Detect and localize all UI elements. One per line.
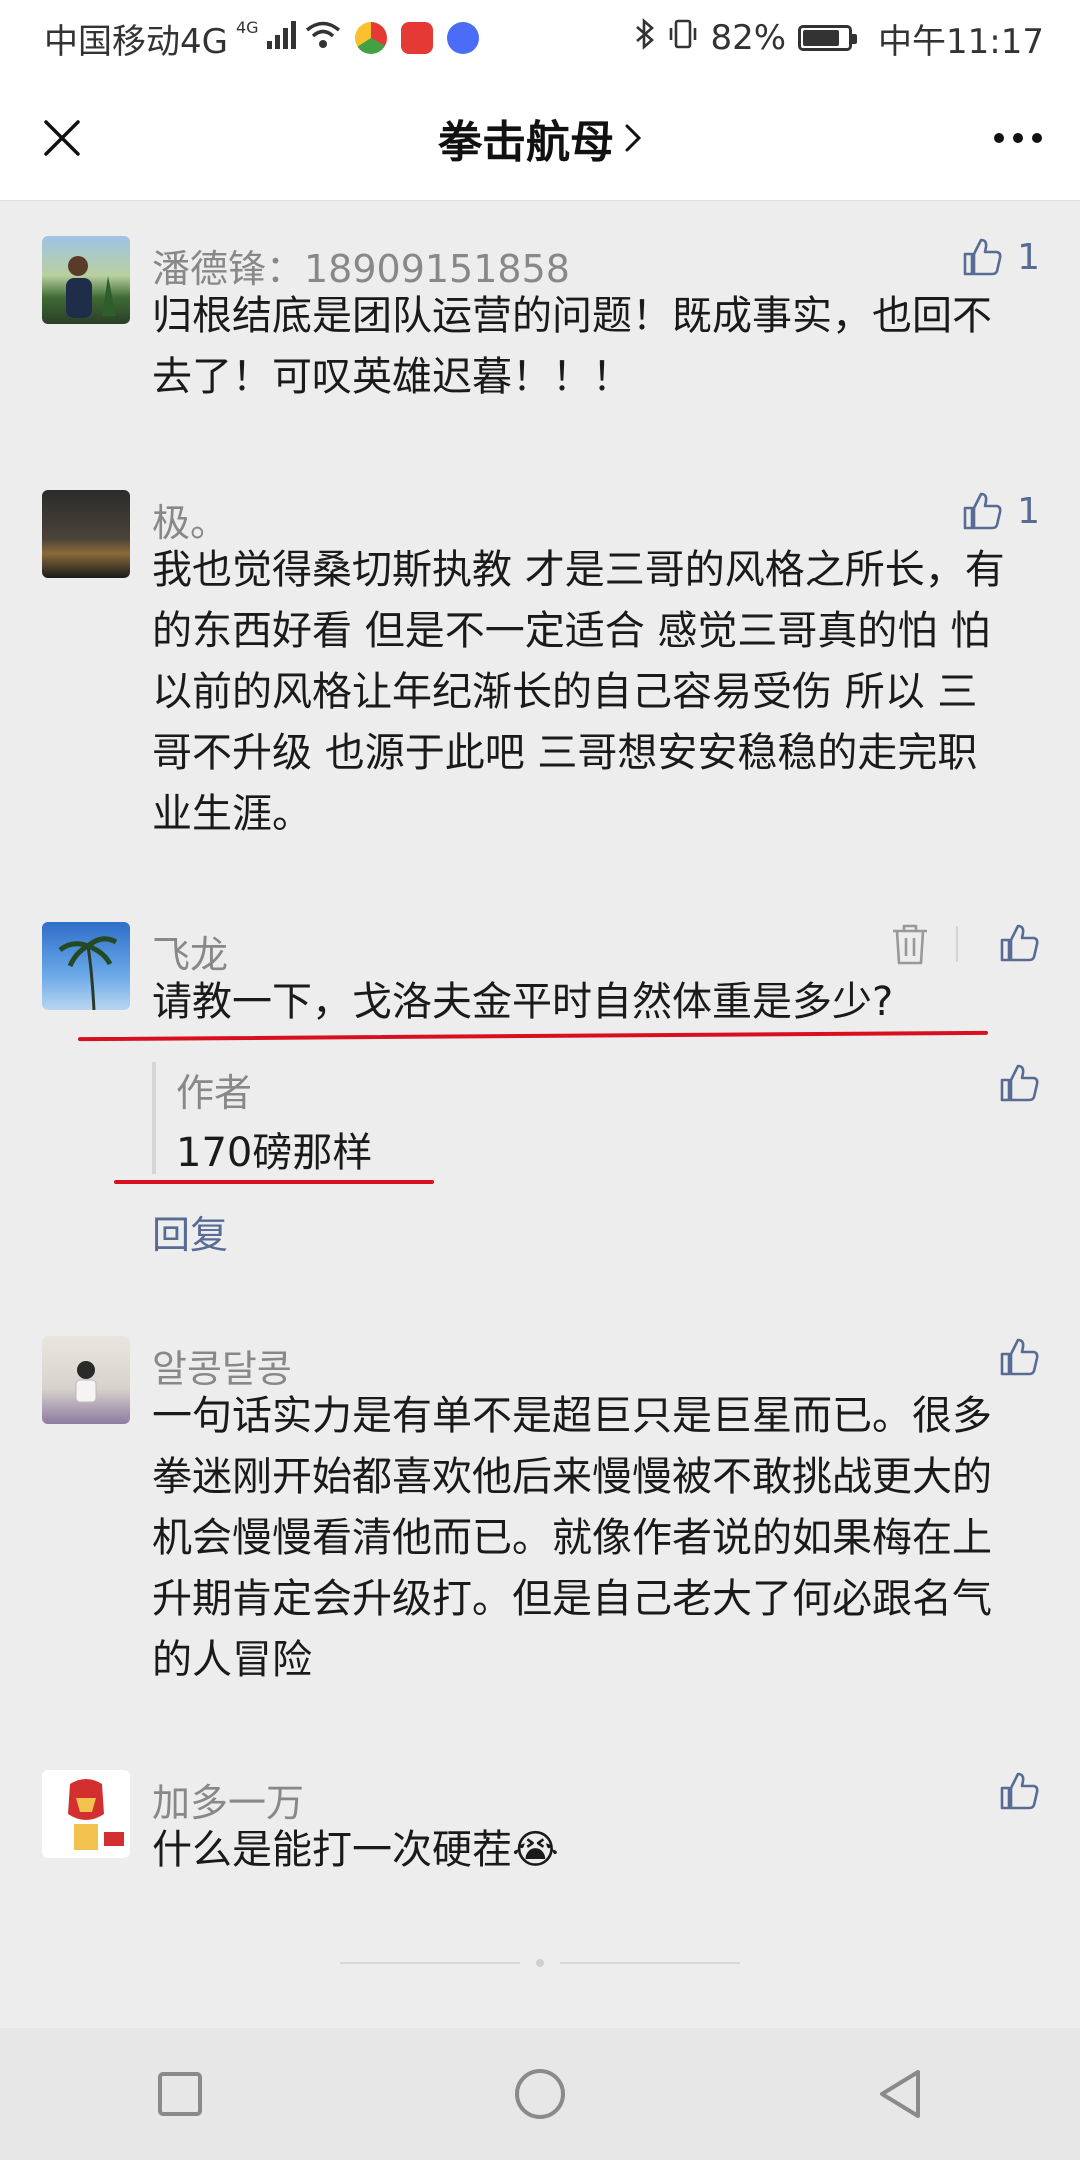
comment-text: 我也觉得桑切斯执教 才是三哥的风格之所长，有的东西好看 但是不一定适合 感觉三哥… xyxy=(152,547,1005,837)
end-divider-left xyxy=(340,1962,520,1964)
like-button[interactable] xyxy=(998,1336,1040,1378)
avatar[interactable] xyxy=(42,922,130,1010)
carrier-label: 中国移动4G xyxy=(44,21,228,62)
commenter-name: 潘德锋：18909151858 xyxy=(152,247,570,291)
reply-text: 170磅那样 xyxy=(176,1130,373,1176)
signal-icon xyxy=(266,18,297,58)
author-reply: 作者 170磅那样 xyxy=(152,1062,1036,1176)
avatar[interactable] xyxy=(42,490,130,578)
delete-button[interactable] xyxy=(890,922,930,970)
thumbs-up-icon xyxy=(1000,1772,1039,1810)
bluetooth-icon xyxy=(634,17,656,59)
triangle-back-icon xyxy=(880,2070,920,2118)
comment-text: 归根结底是团队运营的问题！既成事实，也回不去了！可叹英雄迟暮！！！ xyxy=(152,293,992,400)
more-icon xyxy=(994,133,1042,143)
chevron-right-icon xyxy=(624,123,642,153)
comment-text: 请教一下，戈洛夫金平时自然体重是多少? xyxy=(152,979,894,1025)
crying-emoji-icon: 😭 xyxy=(512,1827,559,1873)
music-app-icon xyxy=(446,22,479,54)
like-button[interactable] xyxy=(998,1770,1040,1812)
battery-percent: 82% xyxy=(710,18,787,58)
trash-icon xyxy=(893,924,927,965)
comment-text-body: 什么是能打一次硬茬 xyxy=(152,1827,512,1873)
reply-like-button[interactable] xyxy=(998,1062,1040,1104)
comment-text: 什么是能打一次硬茬😭 xyxy=(152,1820,1012,1881)
clock: 中午11:17 xyxy=(878,21,1044,62)
thumbs-up-icon xyxy=(963,492,1002,530)
recent-apps-button[interactable] xyxy=(140,2054,220,2134)
signal-4g-badge: 4G xyxy=(235,18,259,37)
maps-app-icon xyxy=(400,22,433,54)
reply-author: 作者 xyxy=(176,1071,253,1115)
circle-icon xyxy=(515,2069,565,2119)
back-button[interactable] xyxy=(860,2054,940,2134)
top-nav-bar: 拳击航母 xyxy=(0,76,1080,201)
commenter-name: 加多一万 xyxy=(152,1781,305,1825)
vibrate-icon xyxy=(668,18,698,59)
like-count: 1 xyxy=(1017,236,1040,278)
action-divider xyxy=(956,926,958,962)
avatar[interactable] xyxy=(42,1770,130,1858)
home-button[interactable] xyxy=(500,2054,580,2134)
end-divider-right xyxy=(560,1962,740,1964)
commenter-name: 알콩달콩 xyxy=(152,1347,292,1391)
system-nav-bar xyxy=(0,2028,1080,2160)
thumbs-up-icon xyxy=(1000,1338,1039,1376)
page-title-link[interactable]: 拳击航母 xyxy=(0,76,1080,200)
like-count: 1 xyxy=(1017,490,1040,532)
comment-text: 一句话实力是有单不是超巨只是巨星而已。很多拳迷刚开始都喜欢他后来慢慢被不敢挑战更… xyxy=(152,1393,992,1683)
thumbs-up-icon xyxy=(1000,1064,1039,1102)
avatar[interactable] xyxy=(42,1336,130,1424)
avatar[interactable] xyxy=(42,236,130,324)
annotation-underline xyxy=(114,1180,434,1184)
end-dot xyxy=(536,1959,544,1967)
wifi-icon xyxy=(305,18,341,58)
thumbs-up-icon xyxy=(1000,924,1039,962)
thumbs-up-icon xyxy=(963,238,1002,276)
commenter-name: 飞龙 xyxy=(152,933,229,977)
battery-icon xyxy=(798,25,858,51)
status-bar: 中国移动4G 4G 82% 中午11:17 xyxy=(0,0,1080,76)
more-options-button[interactable] xyxy=(986,106,1050,170)
browser-app-icon xyxy=(354,22,387,54)
reply-link[interactable]: 回复 xyxy=(152,1204,228,1259)
page-title: 拳击航母 xyxy=(438,117,614,168)
like-button[interactable] xyxy=(998,922,1040,964)
commenter-name: 极。 xyxy=(152,501,229,545)
square-icon xyxy=(158,2072,202,2116)
like-button[interactable]: 1 xyxy=(961,236,1040,278)
like-button[interactable]: 1 xyxy=(961,490,1040,532)
